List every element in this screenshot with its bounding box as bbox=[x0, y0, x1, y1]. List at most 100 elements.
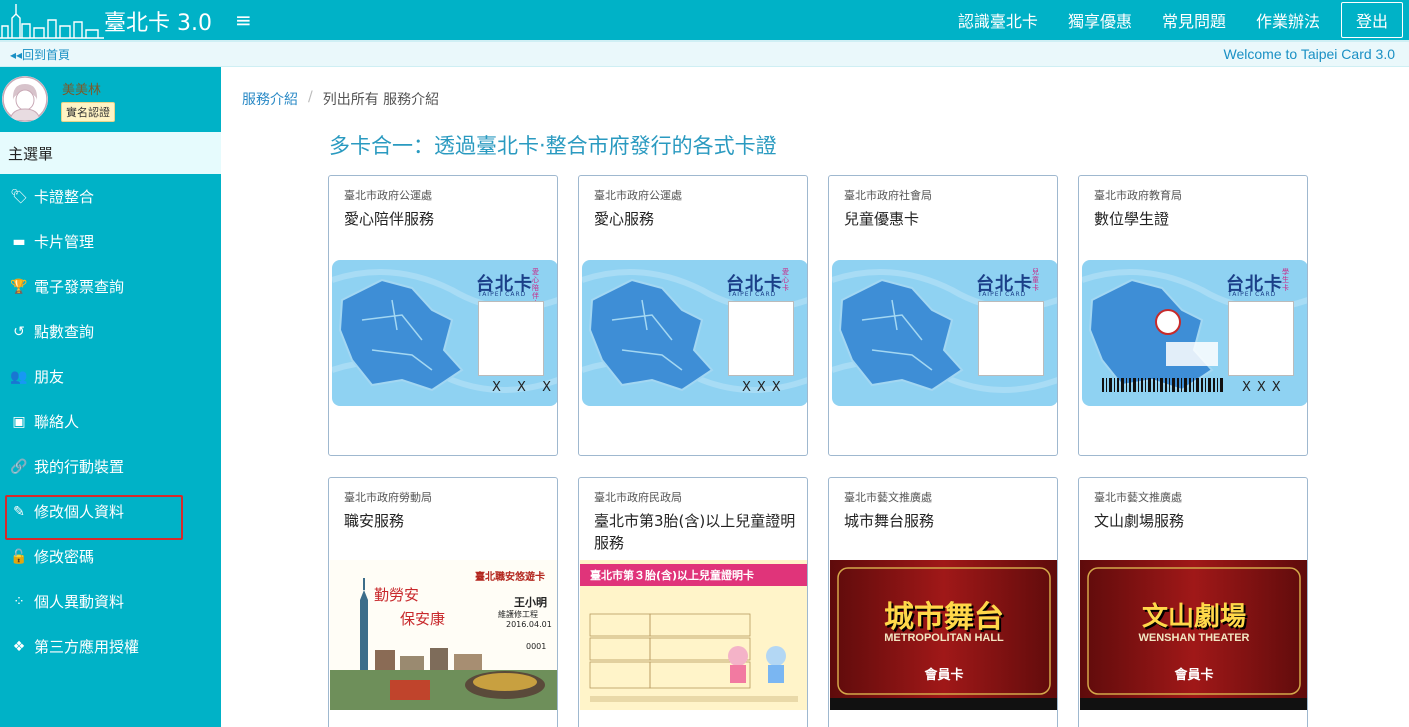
service-card[interactable]: 臺北市政府勞動局 職安服務 臺北職安悠遊卡 勤勞安 保安康 王小明 維護修工程 … bbox=[328, 477, 558, 727]
card-holder-name: XXX bbox=[1242, 380, 1287, 395]
service-card[interactable]: 臺北市政府教育局 數位學生證 台北卡 TAIPEI CARD 學生卡 XXX bbox=[1078, 175, 1308, 456]
sidebar-item-label: 卡片管理 bbox=[34, 233, 95, 251]
nav-about-card[interactable]: 認識臺北卡 bbox=[943, 8, 1053, 32]
sidebar-item-label: 朋友 bbox=[34, 368, 65, 386]
sidebar-item-label: 電子發票查詢 bbox=[34, 278, 125, 296]
sidebar-item-edit-profile[interactable]: ✎ 修改個人資料 bbox=[0, 489, 221, 540]
credit-card-icon: ▬ bbox=[12, 233, 26, 250]
child-certificate-poster: 臺北市第３胎(含)以上兒童證明卡 bbox=[580, 560, 807, 710]
nav-offers[interactable]: 獨享優惠 bbox=[1053, 8, 1147, 32]
unlock-icon: 🔓 bbox=[10, 548, 28, 565]
trophy-icon: 🏆 bbox=[10, 278, 28, 295]
avatar[interactable] bbox=[2, 76, 48, 122]
nav-faq[interactable]: 常見問題 bbox=[1147, 8, 1241, 32]
service-card[interactable]: 臺北市藝文推廣處 城市舞台服務 城市舞台 METROPOLITAN HALL 會… bbox=[828, 477, 1058, 727]
edit-icon: ✎ bbox=[13, 503, 25, 520]
tags-icon: 🏷 bbox=[10, 188, 28, 205]
back-to-home-link[interactable]: ◂◂回到首頁 bbox=[10, 46, 70, 63]
sidebar-item-label: 第三方應用授權 bbox=[34, 638, 140, 656]
card-logo-subtext: TAIPEI CARD bbox=[728, 291, 777, 298]
sidebar-item-card-management[interactable]: ▬ 卡片管理 bbox=[0, 219, 221, 264]
card-logo-subtext: TAIPEI CARD bbox=[1228, 291, 1277, 298]
service-card[interactable]: 臺北市政府社會局 兒童優惠卡 台北卡 TAIPEI CARD 兒童卡 bbox=[828, 175, 1058, 456]
card-type-tag: 兒童卡 bbox=[1032, 268, 1039, 292]
safety-card-poster: 臺北職安悠遊卡 勤勞安 保安康 王小明 維護修工程 2016.04.01 000… bbox=[330, 560, 557, 710]
card-service-name: 文山劇場服務 bbox=[1094, 512, 1185, 530]
card-department: 臺北市政府教育局 bbox=[1094, 189, 1182, 202]
card-holder-name: XXX bbox=[742, 380, 787, 395]
poster-title: 臺北職安悠遊卡 bbox=[475, 572, 545, 583]
card-photo-placeholder bbox=[978, 301, 1044, 376]
cubes-icon: ❖ bbox=[12, 638, 26, 655]
taipei-card-image: 台北卡 TAIPEI CARD 愛心陪伴卡 X X X bbox=[332, 260, 557, 406]
card-image: 台北卡 TAIPEI CARD 兒童卡 bbox=[830, 258, 1057, 408]
sidebar-item-friends[interactable]: 👥 朋友 bbox=[0, 354, 221, 399]
user-name: 美美林 bbox=[62, 83, 102, 98]
card-logo-subtext: TAIPEI CARD bbox=[978, 291, 1027, 298]
poster-english-name: WENSHAN THEATER bbox=[1138, 632, 1250, 644]
main-menu-header: 主選單 bbox=[0, 132, 221, 174]
service-card[interactable]: 臺北市政府公運處 愛心陪伴服務 台北卡 TAIPEI CARD 愛心陪伴卡 X … bbox=[328, 175, 558, 456]
service-card[interactable]: 臺北市藝文推廣處 文山劇場服務 文山劇場 WENSHAN THEATER 會員卡 bbox=[1078, 477, 1308, 727]
card-service-name: 職安服務 bbox=[344, 512, 405, 530]
card-service-name: 臺北市第3胎(含)以上兒童證明服務 bbox=[594, 512, 796, 552]
sidebar-item-label: 修改密碼 bbox=[34, 548, 95, 566]
sidebar-item-mobile-devices[interactable]: 🔗 我的行動裝置 bbox=[0, 444, 221, 489]
sidebar-item-contacts[interactable]: ▣ 聯絡人 bbox=[0, 399, 221, 444]
card-department: 臺北市藝文推廣處 bbox=[1094, 491, 1182, 504]
poster-slogan-2: 保安康 bbox=[400, 610, 446, 628]
poster-person-name: 王小明 bbox=[514, 596, 547, 609]
taipei-card-image: 台北卡 TAIPEI CARD 兒童卡 bbox=[832, 260, 1057, 406]
card-type-tag: 愛心卡 bbox=[782, 268, 789, 292]
welcome-text: Welcome to Taipei Card 3.0 bbox=[1223, 46, 1395, 62]
card-service-name: 城市舞台服務 bbox=[844, 512, 935, 530]
card-image: 城市舞台 METROPOLITAN HALL 會員卡 bbox=[830, 560, 1057, 710]
sidebar-item-card-integration[interactable]: 🏷 卡證整合 bbox=[0, 174, 221, 219]
poster-person-role: 維護修工程 bbox=[498, 610, 538, 619]
nav-procedures[interactable]: 作業辦法 bbox=[1241, 8, 1335, 32]
card-image: 台北卡 TAIPEI CARD 愛心陪伴卡 X X X bbox=[330, 258, 557, 408]
breadcrumb-services-link[interactable]: 服務介紹 bbox=[242, 89, 298, 109]
top-nav: 認識臺北卡 獨享優惠 常見問題 作業辦法 登出 bbox=[943, 0, 1409, 40]
hamburger-menu-icon[interactable]: ≡ bbox=[235, 8, 252, 32]
poster-date: 2016.04.01 bbox=[506, 620, 552, 629]
card-department: 臺北市政府公運處 bbox=[594, 189, 682, 202]
user-avatar-icon bbox=[2, 76, 48, 122]
sidebar-item-change-password[interactable]: 🔓 修改密碼 bbox=[0, 534, 221, 579]
taipei-skyline-icon bbox=[0, 4, 104, 39]
logo[interactable]: 臺北卡 3.0 bbox=[0, 0, 221, 40]
service-card[interactable]: 臺北市政府民政局 臺北市第3胎(含)以上兒童證明服務 臺北市第３胎(含)以上兒童… bbox=[578, 477, 808, 727]
main-content: 服務介紹 / 列出所有 服務介紹 多卡合一：透過臺北卡‧整合市府發行的各式卡證 … bbox=[221, 67, 1409, 727]
sidebar-item-label: 聯絡人 bbox=[34, 413, 80, 431]
card-service-name: 愛心陪伴服務 bbox=[344, 210, 435, 228]
card-type-tag: 學生卡 bbox=[1282, 268, 1289, 292]
poster-serial: 0001 bbox=[526, 642, 547, 651]
poster-title: 文山劇場 bbox=[1141, 602, 1246, 632]
service-card[interactable]: 臺北市政府公運處 愛心服務 台北卡 TAIPEI CARD 愛心卡 XXX bbox=[578, 175, 808, 456]
sidebar-item-label: 我的行動裝置 bbox=[34, 458, 125, 476]
verified-badge: 實名認證 bbox=[61, 102, 115, 122]
metropolitan-hall-poster: 城市舞台 METROPOLITAN HALL 會員卡 bbox=[830, 560, 1057, 710]
sidebar-item-points[interactable]: ↺ 點數查詢 bbox=[0, 309, 221, 354]
poster-member-label: 會員卡 bbox=[1174, 668, 1214, 683]
sidebar: 美美林 實名認證 主選單 🏷 卡證整合 ▬ 卡片管理 🏆 電子發票查詢 ↺ 點數… bbox=[0, 67, 221, 727]
card-department: 臺北市政府社會局 bbox=[844, 189, 932, 202]
sidebar-item-e-invoice[interactable]: 🏆 電子發票查詢 bbox=[0, 264, 221, 309]
card-department: 臺北市藝文推廣處 bbox=[844, 491, 932, 504]
certificate-form-icon bbox=[589, 613, 798, 702]
sidebar-item-change-history[interactable]: ⁘ 個人異動資料 bbox=[0, 579, 221, 624]
breadcrumb-separator: / bbox=[308, 89, 313, 105]
page-title: 多卡合一：透過臺北卡‧整合市府發行的各式卡證 bbox=[329, 134, 777, 158]
sidebar-item-third-party[interactable]: ❖ 第三方應用授權 bbox=[0, 624, 221, 669]
sidebar-item-label: 個人異動資料 bbox=[34, 593, 125, 611]
sub-bar: ◂◂回到首頁 Welcome to Taipei Card 3.0 bbox=[0, 40, 1409, 67]
card-image: 台北卡 TAIPEI CARD 學生卡 XXX bbox=[1080, 258, 1307, 408]
top-bar: 臺北卡 3.0 ≡ 認識臺北卡 獨享優惠 常見問題 作業辦法 登出 bbox=[0, 0, 1409, 40]
card-photo-placeholder bbox=[1228, 301, 1294, 376]
card-image: 文山劇場 WENSHAN THEATER 會員卡 bbox=[1080, 560, 1307, 710]
card-department: 臺北市政府公運處 bbox=[344, 189, 432, 202]
card-department: 臺北市政府勞動局 bbox=[344, 491, 432, 504]
card-logo-subtext: TAIPEI CARD bbox=[478, 291, 527, 298]
logout-button[interactable]: 登出 bbox=[1340, 2, 1403, 38]
poster-title: 城市舞台 bbox=[884, 600, 1004, 635]
